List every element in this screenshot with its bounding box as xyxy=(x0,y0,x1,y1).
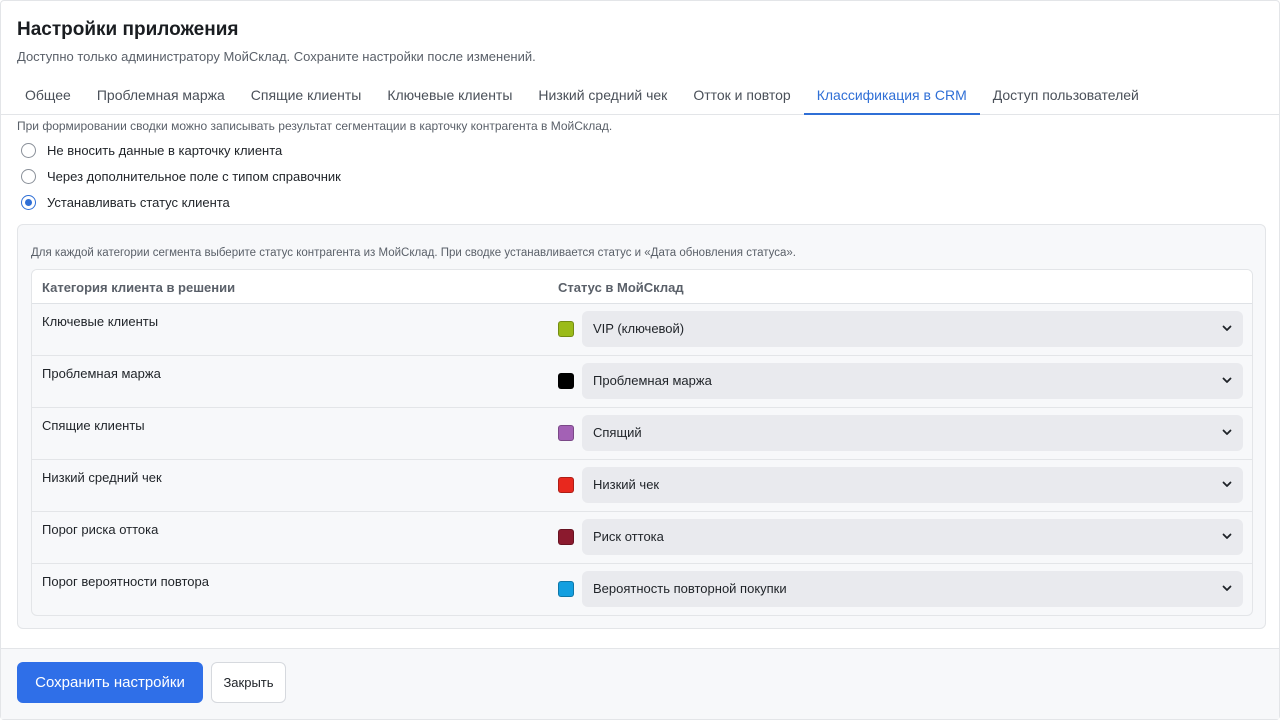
status-select-value: Вероятность повторной покупки xyxy=(593,581,787,596)
category-label: Ключевые клиенты xyxy=(42,314,159,329)
status-mapping-table: Категория клиента в решении Статус в Мой… xyxy=(31,269,1253,616)
status-select-value: Низкий чек xyxy=(593,477,660,492)
crm-hint: При формировании сводки можно записывать… xyxy=(17,119,613,133)
radio-button-checked[interactable] xyxy=(21,195,36,210)
status-color-swatch xyxy=(558,373,574,389)
radio-option-custom-field[interactable]: Через дополнительное поле с типом справо… xyxy=(21,169,341,184)
table-header: Категория клиента в решении Статус в Мой… xyxy=(32,270,1252,304)
category-label: Порог вероятности повтора xyxy=(42,574,209,589)
chevron-down-icon xyxy=(1222,429,1232,435)
status-select[interactable]: Спящий xyxy=(582,415,1243,451)
radio-label: Не вносить данные в карточку клиента xyxy=(47,143,283,158)
tab-key-clients[interactable]: Ключевые клиенты xyxy=(374,78,525,115)
chevron-down-icon xyxy=(1222,377,1232,383)
radio-option-no-data[interactable]: Не вносить данные в карточку клиента xyxy=(21,143,282,158)
status-select-value: Проблемная маржа xyxy=(593,373,712,388)
tab-general[interactable]: Общее xyxy=(12,78,84,115)
tab-user-access[interactable]: Доступ пользователей xyxy=(980,78,1152,115)
status-select[interactable]: Низкий чек xyxy=(582,467,1243,503)
table-row: Низкий средний чек Низкий чек xyxy=(32,460,1252,512)
tab-sleeping-clients[interactable]: Спящие клиенты xyxy=(238,78,375,115)
column-header-status: Статус в МойСклад xyxy=(558,280,684,295)
table-row: Порог риска оттока Риск оттока xyxy=(32,512,1252,564)
tab-low-average-check[interactable]: Низкий средний чек xyxy=(525,78,680,115)
tab-bar: Общее Проблемная маржа Спящие клиенты Кл… xyxy=(12,78,1280,115)
category-label: Низкий средний чек xyxy=(42,470,162,485)
status-color-swatch xyxy=(558,529,574,545)
status-select[interactable]: Вероятность повторной покупки xyxy=(582,571,1243,607)
save-button[interactable]: Сохранить настройки xyxy=(17,662,203,703)
status-select-value: Спящий xyxy=(593,425,642,440)
tab-crm-classification[interactable]: Классификация в CRM xyxy=(803,78,980,115)
radio-button[interactable] xyxy=(21,169,36,184)
category-label: Порог риска оттока xyxy=(42,522,159,537)
status-select-value: Риск оттока xyxy=(593,529,664,544)
table-row: Спящие клиенты Спящий xyxy=(32,408,1252,460)
close-button[interactable]: Закрыть xyxy=(211,662,286,703)
status-select[interactable]: VIP (ключевой) xyxy=(582,311,1243,347)
status-select[interactable]: Проблемная маржа xyxy=(582,363,1243,399)
status-select-value: VIP (ключевой) xyxy=(593,321,685,336)
category-label: Спящие клиенты xyxy=(42,418,145,433)
table-row: Порог вероятности повтора Вероятность по… xyxy=(32,564,1252,615)
radio-label: Устанавливать статус клиента xyxy=(47,195,230,210)
column-header-category: Категория клиента в решении xyxy=(42,280,236,295)
status-color-swatch xyxy=(558,425,574,441)
status-color-swatch xyxy=(558,321,574,337)
chevron-down-icon xyxy=(1222,533,1232,539)
status-color-swatch xyxy=(558,477,574,493)
tab-churn-repeat[interactable]: Отток и повтор xyxy=(680,78,803,115)
category-label: Проблемная маржа xyxy=(42,366,161,381)
page-title: Настройки приложения xyxy=(17,19,239,40)
status-select[interactable]: Риск оттока xyxy=(582,519,1243,555)
page-subtitle: Доступно только администратору МойСклад.… xyxy=(17,49,536,64)
radio-option-set-status[interactable]: Устанавливать статус клиента xyxy=(21,195,230,210)
radio-button[interactable] xyxy=(21,143,36,158)
chevron-down-icon xyxy=(1222,325,1232,331)
table-row: Ключевые клиенты VIP (ключевой) xyxy=(32,304,1252,356)
panel-hint: Для каждой категории сегмента выберите с… xyxy=(31,247,796,259)
chevron-down-icon xyxy=(1222,481,1232,487)
chevron-down-icon xyxy=(1222,585,1232,591)
tab-problem-margin[interactable]: Проблемная маржа xyxy=(84,78,238,115)
status-color-swatch xyxy=(558,581,574,597)
radio-label: Через дополнительное поле с типом справо… xyxy=(47,169,341,184)
table-row: Проблемная маржа Проблемная маржа xyxy=(32,356,1252,408)
status-mapping-panel: Для каждой категории сегмента выберите с… xyxy=(17,224,1266,629)
